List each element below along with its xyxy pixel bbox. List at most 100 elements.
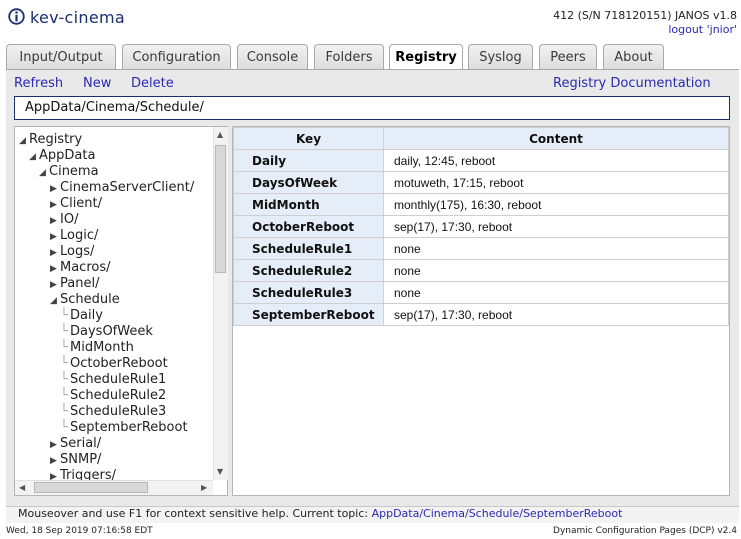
scroll-up-arrow-icon[interactable]: ▲	[217, 130, 223, 139]
row-key[interactable]: ScheduleRule3	[233, 281, 384, 304]
expand-icon[interactable]: ▶	[50, 181, 60, 197]
tree-item-registry[interactable]: ◢ Registry	[19, 132, 82, 149]
tree-item-snmp[interactable]: ▶ SNMP/	[50, 452, 101, 469]
table-row[interactable]: ScheduleRule3 none	[233, 281, 729, 304]
tree-item-schedulerule1[interactable]: └ ScheduleRule1	[60, 372, 166, 388]
collapse-icon[interactable]: ◢	[19, 133, 29, 149]
table-row[interactable]: DaysOfWeek motuweth, 17:15, reboot	[233, 171, 729, 194]
expand-icon[interactable]: ▶	[50, 245, 60, 261]
tree-item-logs[interactable]: ▶ Logs/	[50, 244, 94, 261]
collapse-icon[interactable]: ◢	[29, 149, 39, 165]
expand-icon[interactable]: ▶	[50, 197, 60, 213]
tree-item-octoberreboot[interactable]: └ OctoberReboot	[60, 356, 168, 372]
row-content[interactable]: daily, 12:45, reboot	[383, 149, 729, 172]
expand-icon[interactable]: ▶	[50, 277, 60, 293]
row-content[interactable]: none	[383, 237, 729, 260]
app-title: kev-cinema	[30, 8, 125, 27]
table-row[interactable]: OctoberReboot sep(17), 17:30, reboot	[233, 215, 729, 238]
tree-item-serial[interactable]: ▶ Serial/	[50, 436, 101, 453]
tree-item-client[interactable]: ▶ Client/	[50, 196, 102, 213]
registry-table: Key Content Daily daily, 12:45, reboot Da…	[233, 127, 729, 326]
table-header-row: Key Content	[233, 127, 729, 150]
datetime-text: Wed, 18 Sep 2019 07:16:58 EDT	[6, 526, 153, 536]
scroll-left-arrow-icon[interactable]: ◀	[19, 483, 25, 492]
row-content[interactable]: motuweth, 17:15, reboot	[383, 171, 729, 194]
row-content[interactable]: none	[383, 259, 729, 282]
tree-item-macros[interactable]: ▶ Macros/	[50, 260, 111, 277]
table-row[interactable]: MidMonth monthly(175), 16:30, reboot	[233, 193, 729, 216]
tree-item-logic[interactable]: ▶ Logic/	[50, 228, 98, 245]
device-info: 412 (S/N 718120151) JANOS v1.8 logout 'j…	[553, 9, 737, 37]
row-key[interactable]: ScheduleRule1	[233, 237, 384, 260]
row-key[interactable]: ScheduleRule2	[233, 259, 384, 282]
tree-item-cinemaserverclient[interactable]: ▶ CinemaServerClient/	[50, 180, 194, 197]
expand-icon[interactable]: ▶	[50, 453, 60, 469]
device-info-text: 412 (S/N 718120151) JANOS v1.8	[553, 9, 737, 22]
tree-item-panel[interactable]: ▶ Panel/	[50, 276, 99, 293]
tree-item-schedule[interactable]: ◢ Schedule	[50, 292, 120, 309]
tree-item-schedulerule2[interactable]: └ ScheduleRule2	[60, 388, 166, 404]
tab-syslog[interactable]: Syslog	[468, 44, 533, 70]
collapse-icon[interactable]: ◢	[39, 165, 49, 181]
row-content[interactable]: sep(17), 17:30, reboot	[383, 215, 729, 238]
leaf-icon: └	[60, 324, 68, 339]
tab-peers[interactable]: Peers	[539, 44, 597, 70]
refresh-link[interactable]: Refresh	[14, 76, 63, 91]
table-row[interactable]: Daily daily, 12:45, reboot	[233, 149, 729, 172]
leaf-icon: └	[60, 340, 68, 355]
tree-item-schedulerule3[interactable]: └ ScheduleRule3	[60, 404, 166, 420]
content-column-header[interactable]: Content	[383, 127, 729, 150]
tree-vertical-scroll-thumb[interactable]	[215, 145, 226, 273]
row-content[interactable]: none	[383, 281, 729, 304]
row-key[interactable]: MidMonth	[233, 193, 384, 216]
tree-horizontal-scroll-thumb[interactable]	[34, 482, 148, 493]
leaf-icon: └	[60, 420, 68, 435]
help-prefix: Mouseover and use F1 for context sensiti…	[18, 507, 369, 520]
expand-icon[interactable]: ▶	[50, 229, 60, 245]
leaf-icon: └	[60, 388, 68, 403]
info-logo-icon	[8, 8, 25, 25]
row-content[interactable]: sep(17), 17:30, reboot	[383, 303, 729, 326]
registry-tree[interactable]: ◢ Registry ◢ AppData ◢ Cinema ▶ CinemaServer…	[14, 126, 228, 496]
tab-input-output[interactable]: Input/Output	[6, 44, 116, 70]
table-row[interactable]: ScheduleRule1 none	[233, 237, 729, 260]
scroll-right-arrow-icon[interactable]: ▶	[201, 483, 207, 492]
tree-item-cinema[interactable]: ◢ Cinema	[39, 164, 99, 181]
scroll-down-arrow-icon[interactable]: ▼	[217, 467, 223, 476]
leaf-icon: └	[60, 308, 68, 323]
registry-documentation-link[interactable]: Registry Documentation	[553, 76, 711, 91]
registry-path-field[interactable]: AppData/Cinema/Schedule/	[14, 96, 730, 120]
tab-configuration[interactable]: Configuration	[122, 44, 231, 70]
tab-about[interactable]: About	[603, 44, 664, 70]
delete-link[interactable]: Delete	[131, 76, 174, 91]
leaf-icon: └	[60, 372, 68, 387]
tree-item-midmonth[interactable]: └ MidMonth	[60, 340, 134, 356]
tree-item-septemberreboot[interactable]: └ SeptemberReboot	[60, 420, 188, 436]
leaf-icon: └	[60, 404, 68, 419]
help-text: Mouseover and use F1 for context sensiti…	[18, 507, 622, 520]
collapse-icon[interactable]: ◢	[50, 293, 60, 309]
help-topic-link[interactable]: AppData/Cinema/Schedule/SeptemberReboot	[372, 507, 623, 520]
row-key[interactable]: SeptemberReboot	[233, 303, 384, 326]
table-row[interactable]: ScheduleRule2 none	[233, 259, 729, 282]
tree-item-io[interactable]: ▶ IO/	[50, 212, 78, 229]
leaf-icon: └	[60, 356, 68, 371]
row-content[interactable]: monthly(175), 16:30, reboot	[383, 193, 729, 216]
tab-console[interactable]: Console	[237, 44, 308, 70]
logout-link[interactable]: logout 'jnior'	[553, 23, 737, 37]
row-key[interactable]: DaysOfWeek	[233, 171, 384, 194]
expand-icon[interactable]: ▶	[50, 213, 60, 229]
expand-icon[interactable]: ▶	[50, 437, 60, 453]
expand-icon[interactable]: ▶	[50, 261, 60, 277]
key-column-header[interactable]: Key	[233, 127, 384, 150]
table-row[interactable]: SeptemberReboot sep(17), 17:30, reboot	[233, 303, 729, 326]
tree-item-daysofweek[interactable]: └ DaysOfWeek	[60, 324, 153, 340]
tab-registry[interactable]: Registry	[389, 44, 463, 71]
new-link[interactable]: New	[83, 76, 111, 91]
tab-folders[interactable]: Folders	[314, 44, 384, 70]
row-key[interactable]: OctoberReboot	[233, 215, 384, 238]
tree-item-appdata[interactable]: ◢ AppData	[29, 148, 95, 165]
row-key[interactable]: Daily	[233, 149, 384, 172]
version-text: Dynamic Configuration Pages (DCP) v2.4	[553, 526, 737, 536]
tree-item-daily[interactable]: └ Daily	[60, 308, 103, 324]
